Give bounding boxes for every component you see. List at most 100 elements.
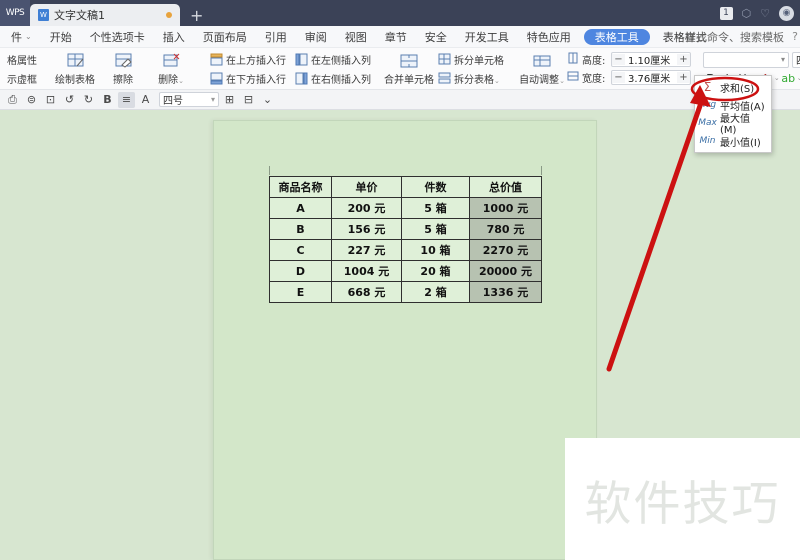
delete-icon xyxy=(163,52,180,70)
redo-icon[interactable]: ↻ xyxy=(80,92,97,108)
split-cells-button[interactable]: 拆分单元格 xyxy=(434,51,507,68)
more-commands-caret-icon[interactable]: ⌄ xyxy=(259,92,276,108)
col-width-increase[interactable]: + xyxy=(677,72,690,83)
draw-table-button[interactable]: 绘制表格 xyxy=(52,49,98,89)
document-tab-label: 文字文稿1 xyxy=(54,9,105,22)
col-width-control[interactable]: 宽度: − 3.76厘米 + xyxy=(567,70,691,85)
image-icon[interactable]: ⊞ xyxy=(221,92,238,108)
table-header-cell[interactable]: 件数 xyxy=(401,176,470,198)
row-height-decrease[interactable]: − xyxy=(612,54,625,65)
print-preview-icon[interactable]: ⊡ xyxy=(42,92,59,108)
row-height-increase[interactable]: + xyxy=(677,54,690,65)
align-quick-button[interactable]: ≡ xyxy=(118,91,135,108)
menu-item-custom-tab[interactable]: 个性选项卡 xyxy=(81,26,154,48)
column-resize-markers xyxy=(269,166,542,176)
insert-col-left-button[interactable]: 在左侧插入列 xyxy=(291,51,374,68)
eraser-button[interactable]: 擦除 xyxy=(100,49,146,89)
col-width-value[interactable]: 3.76厘米 xyxy=(625,71,677,84)
print-icon[interactable]: ⊜ xyxy=(23,92,40,108)
font-size-select[interactable]: 四号 ▾ xyxy=(792,51,800,68)
menu-item-insert[interactable]: 插入 xyxy=(154,26,194,48)
eraser-icon xyxy=(115,52,132,70)
table-cell-selected[interactable]: 1336 元 xyxy=(469,281,542,303)
table-cell[interactable]: D xyxy=(269,260,332,282)
dropdown-item-min[interactable]: Min 最小值(I) xyxy=(695,132,771,150)
insert-row-above-button[interactable]: 在上方插入行 xyxy=(206,51,289,68)
new-tab-button[interactable]: + xyxy=(180,4,213,26)
table-properties-button[interactable]: 格属性 xyxy=(4,51,40,68)
col-width-icon xyxy=(567,70,579,85)
column-resize-handle[interactable] xyxy=(541,166,542,175)
row-height-value[interactable]: 1.10厘米 xyxy=(625,53,677,66)
document-page[interactable]: 商品名称 单价 件数 总价值 A 200 元 5 箱 1000 元 B 156 … xyxy=(213,120,597,560)
dropdown-item-sum[interactable]: Σ 求和(S) xyxy=(695,78,771,96)
cloud-icon[interactable]: ⬡ xyxy=(742,7,752,20)
delete-button[interactable]: 删除⌄ xyxy=(148,49,194,89)
menu-item-home[interactable]: 开始 xyxy=(41,26,81,48)
menu-item-review[interactable]: 审阅 xyxy=(296,26,336,48)
table-cell[interactable]: C xyxy=(269,239,332,261)
share-icon[interactable]: ♡ xyxy=(760,7,770,20)
table-cell[interactable]: 668 元 xyxy=(331,281,402,303)
menu-item-developer-tools[interactable]: 开发工具 xyxy=(456,26,518,48)
table-cell[interactable]: 5 箱 xyxy=(401,197,470,219)
table-cell-selected[interactable]: 1000 元 xyxy=(469,197,542,219)
table-cell[interactable]: 10 箱 xyxy=(401,239,470,261)
dropdown-item-max[interactable]: Max 最大值(M) xyxy=(695,114,771,136)
highlight-button[interactable]: ab xyxy=(781,71,796,86)
auto-fit-button[interactable]: 自动调整⌄ xyxy=(519,49,565,89)
table-cell[interactable]: 2 箱 xyxy=(401,281,470,303)
menu-item-section[interactable]: 章节 xyxy=(376,26,416,48)
notification-badge[interactable]: 1 xyxy=(719,6,733,20)
merge-cells-button[interactable]: 合并单元格 xyxy=(384,49,434,89)
table-cell-selected[interactable]: 2270 元 xyxy=(469,239,542,261)
col-width-decrease[interactable]: − xyxy=(612,72,625,83)
row-height-control[interactable]: 高度: − 1.10厘米 + xyxy=(567,52,691,67)
help-icon[interactable]: ? xyxy=(792,30,798,43)
save-icon[interactable]: ⎙ xyxy=(4,92,21,108)
table-cell[interactable]: 200 元 xyxy=(331,197,402,219)
table-cell[interactable]: 156 元 xyxy=(331,218,402,240)
table-cell[interactable]: 1004 元 xyxy=(331,260,402,282)
table-cell[interactable]: A xyxy=(269,197,332,219)
menu-item-featured-apps[interactable]: 特色应用 xyxy=(518,26,580,48)
table-cell[interactable]: B xyxy=(269,218,332,240)
table-header-cell[interactable]: 商品名称 xyxy=(269,176,332,198)
font-size-quick-select[interactable]: 四号 ▾ xyxy=(159,92,219,107)
document-tab[interactable]: W 文字文稿1 xyxy=(30,4,180,26)
insert-col-right-button[interactable]: 在右侧插入列 xyxy=(291,70,374,87)
table-header-cell[interactable]: 总价值 xyxy=(469,176,542,198)
menu-item-file[interactable]: 件 xyxy=(2,26,41,48)
menu-item-security[interactable]: 安全 xyxy=(416,26,456,48)
draw-table-label: 绘制表格 xyxy=(55,74,95,86)
show-gridlines-button[interactable]: 示虚框 xyxy=(4,70,40,87)
menu-item-view[interactable]: 视图 xyxy=(336,26,376,48)
font-grow-button[interactable]: A xyxy=(137,92,154,108)
table-header-cell[interactable]: 单价 xyxy=(331,176,402,198)
table-cell[interactable]: 20 箱 xyxy=(401,260,470,282)
table-cell-selected[interactable]: 780 元 xyxy=(469,218,542,240)
table-cell[interactable]: 5 箱 xyxy=(401,218,470,240)
bold-quick-button[interactable]: B xyxy=(99,92,116,108)
column-resize-handle[interactable] xyxy=(269,166,270,175)
avatar[interactable]: ◉ xyxy=(779,5,794,21)
split-table-button[interactable]: 拆分表格⌄ xyxy=(434,70,507,87)
table-icon[interactable]: ⊟ xyxy=(240,92,257,108)
menu-item-table-tools[interactable]: 表格工具 xyxy=(583,28,650,45)
draw-table-icon xyxy=(67,52,84,70)
command-search[interactable]: ⌕ 查找命令、搜索模板 xyxy=(676,29,784,45)
undo-icon[interactable]: ↺ xyxy=(61,92,78,108)
table-cell[interactable]: E xyxy=(269,281,332,303)
menu-item-page-layout[interactable]: 页面布局 xyxy=(194,26,256,48)
quick-calc-dropdown-menu[interactable]: Σ 求和(S) Avg 平均值(A) Max 最大值(M) Min 最小值(I) xyxy=(694,75,772,153)
insert-row-below-button[interactable]: 在下方插入行 xyxy=(206,70,289,87)
insert-col-right-label: 在右侧插入列 xyxy=(311,74,371,86)
table-cell-selected[interactable]: 20000 元 xyxy=(469,260,542,282)
data-table[interactable]: 商品名称 单价 件数 总价值 A 200 元 5 箱 1000 元 B 156 … xyxy=(269,176,542,303)
table-row: A 200 元 5 箱 1000 元 xyxy=(269,197,542,219)
insert-row-above-label: 在上方插入行 xyxy=(226,55,286,67)
font-color-caret-icon[interactable]: ⌄ xyxy=(774,74,780,82)
menu-item-references[interactable]: 引用 xyxy=(256,26,296,48)
table-cell[interactable]: 227 元 xyxy=(331,239,402,261)
font-family-select[interactable]: ▾ xyxy=(703,51,789,68)
